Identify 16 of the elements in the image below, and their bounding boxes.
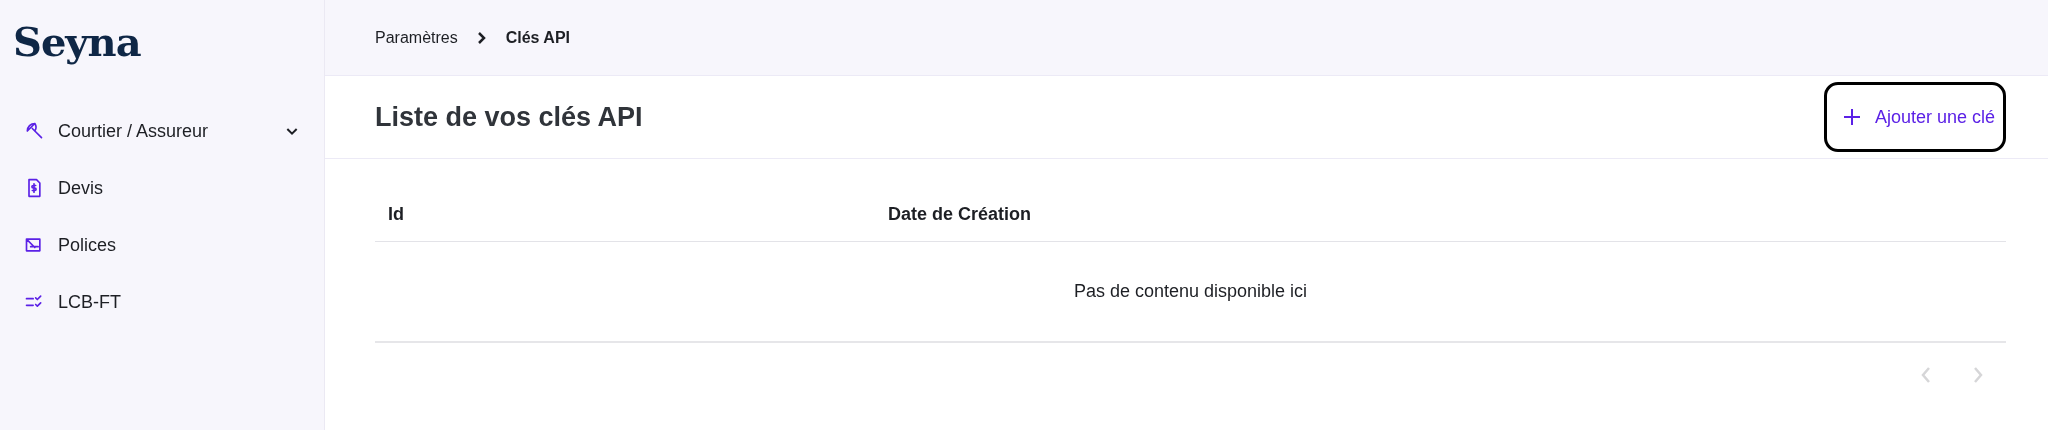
- sidebar-item[interactable]: Courtier / Assureur: [24, 115, 300, 147]
- column-header: Id: [387, 204, 405, 226]
- chevron-right-icon: [475, 30, 488, 45]
- breadcrumb-link[interactable]: Clés API: [505, 28, 571, 47]
- umbrella-icon: [24, 121, 44, 141]
- sidebar-item[interactable]: LCB-FT: [24, 286, 300, 318]
- plus-icon: [1842, 108, 1861, 126]
- logo: Seyna: [13, 18, 141, 65]
- add-key-button[interactable]: Ajouter une clé: [1823, 82, 2006, 152]
- sidebar-item[interactable]: Polices: [24, 229, 300, 261]
- sidebar-item[interactable]: Devis: [24, 172, 300, 204]
- column-header: Date de Création: [887, 204, 1033, 226]
- empty-message: Pas de contenu disponible ici: [1073, 281, 1308, 302]
- page-title: Liste de vos clés API: [375, 101, 643, 133]
- document-icon: [24, 235, 44, 255]
- breadcrumb-link[interactable]: Paramètres: [375, 28, 458, 47]
